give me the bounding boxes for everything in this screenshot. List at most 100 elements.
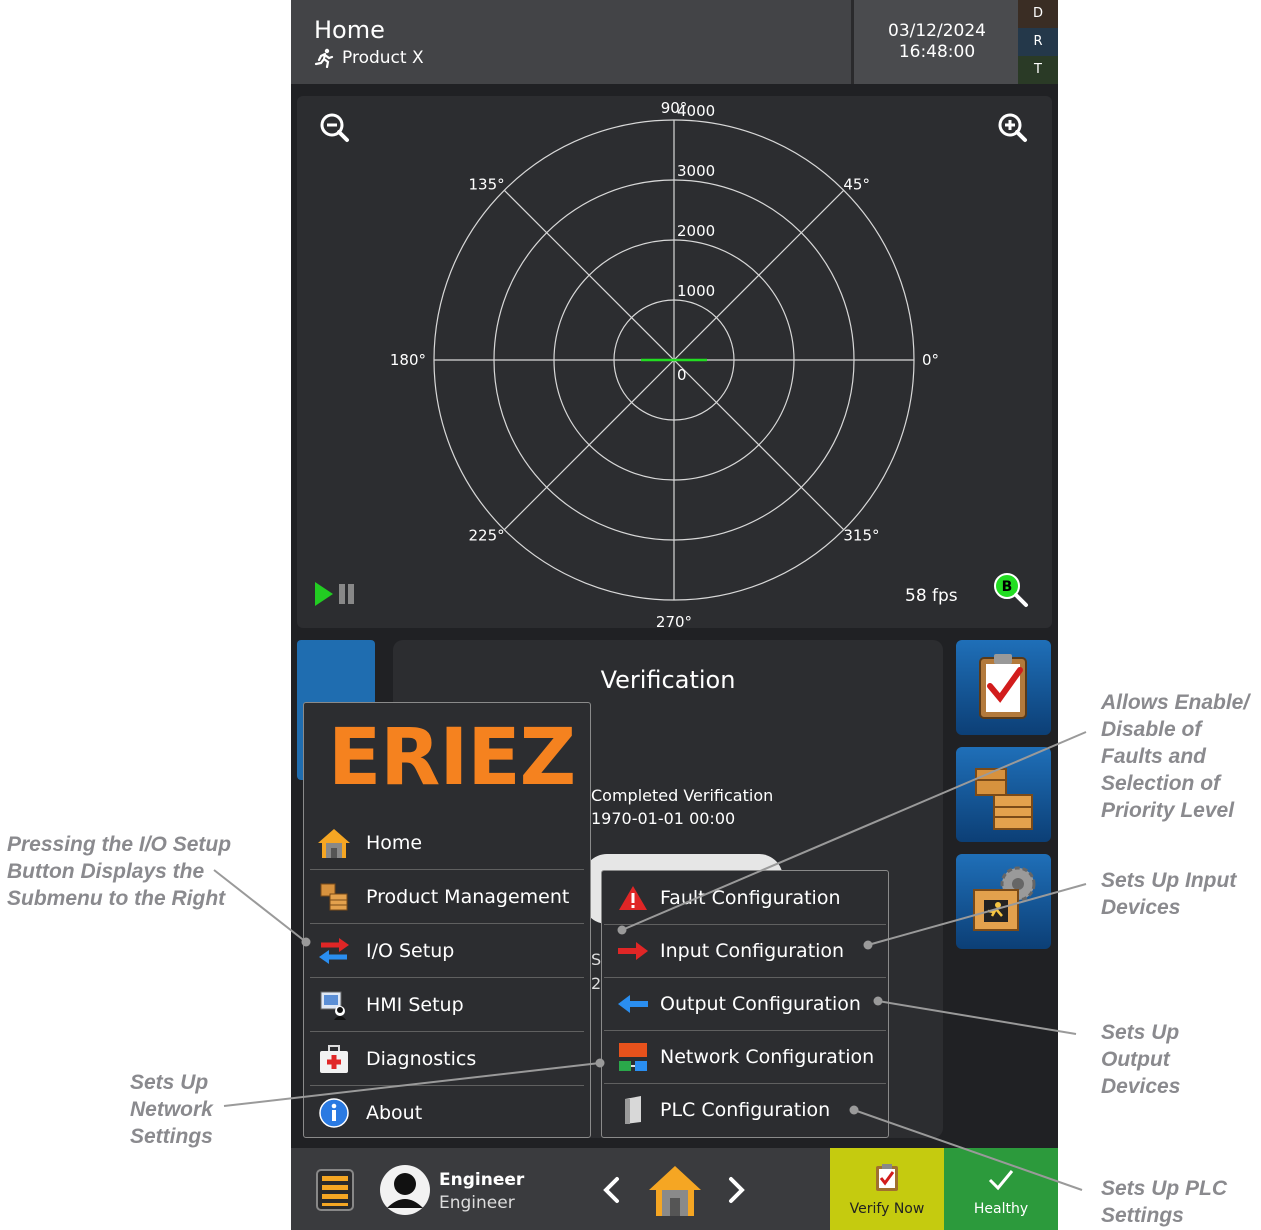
menu-item-label: HMI Setup (366, 994, 464, 1016)
health-status-label: Healthy (973, 1201, 1029, 1217)
product-shortcut-button[interactable] (956, 747, 1051, 842)
menu-item-hmi-setup[interactable]: HMI Setup (310, 979, 584, 1032)
last-verification-date: 1970-01-01 00:00 (591, 809, 736, 828)
angle-label: 315° (843, 526, 879, 544)
menu-item-label: Diagnostics (366, 1048, 477, 1070)
home-icon (649, 1166, 701, 1216)
radial-tick-label: 2000 (677, 222, 715, 240)
date-text: 03/12/2024 (888, 21, 986, 41)
eriez-logo: ERIEZ (328, 713, 576, 803)
auto-zoom-icon[interactable]: B (994, 573, 1028, 607)
menu-item-label: Home (366, 832, 423, 854)
submenu-item-network-configuration[interactable]: Network Configuration (604, 1030, 886, 1084)
submenu-item-label: Output Configuration (660, 992, 861, 1015)
angle-label: 0° (922, 351, 939, 369)
polar-plot: 01000200030004000 0°45°90°135°180°225°27… (315, 99, 1028, 631)
verify-now-button[interactable]: Verify Now (830, 1148, 944, 1230)
drt-r: R (1018, 28, 1058, 56)
menu-item-diagnostics[interactable]: Diagnostics (310, 1033, 584, 1086)
main-menu: ERIEZ Home Product Management I/O Setup … (303, 702, 591, 1138)
status-fragment-1: S (591, 950, 602, 969)
menu-button[interactable] (311, 1166, 359, 1214)
avatar-icon (380, 1165, 430, 1215)
verification-status-fragment: S 2 (591, 948, 601, 996)
radial-tick-label: 1000 (677, 282, 715, 300)
status-fragment-2: 2 (591, 974, 602, 993)
zoom-in-icon[interactable] (998, 113, 1027, 142)
plc-icon (608, 1095, 658, 1125)
drt-d: D (1018, 0, 1058, 28)
submenu-item-input-configuration[interactable]: Input Configuration (604, 924, 886, 978)
next-button[interactable] (721, 1174, 751, 1206)
health-status-button[interactable]: Healthy (944, 1148, 1058, 1230)
callout-io-setup: Pressing the I/O Setup Button Displays t… (7, 833, 232, 910)
arrow-left-icon (608, 994, 658, 1014)
menu-item-about[interactable]: About (310, 1087, 584, 1139)
warning-icon (608, 884, 658, 912)
user-button[interactable] (379, 1164, 431, 1216)
angle-label: 135° (468, 176, 504, 194)
submenu-item-label: Network Configuration (660, 1045, 875, 1068)
crates-icon (975, 768, 1033, 830)
verify-now-label: Verify Now (849, 1201, 925, 1217)
callout-network: Sets Up Network Settings (130, 1071, 213, 1148)
hmi-screen: Home Product X 03/12/2024 16:48:00 D R T… (291, 0, 1058, 1230)
checkmark-icon (988, 1170, 1014, 1191)
angle-label: 45° (843, 176, 870, 194)
radial-tick-label: 0 (677, 366, 687, 384)
arrow-right-icon (608, 941, 658, 961)
verification-shortcut-button[interactable] (956, 640, 1051, 735)
clipboard-check-icon (876, 1164, 898, 1191)
running-man-icon (314, 48, 334, 68)
network-icon (608, 1041, 658, 1073)
angle-label: 180° (390, 351, 426, 369)
home-icon (310, 827, 358, 859)
footer-bar: Engineer Engineer Verify Now Healthy (291, 1148, 1058, 1230)
fps-readout: 58 fps (905, 586, 958, 606)
info-icon (310, 1097, 358, 1129)
submenu-item-label: PLC Configuration (660, 1098, 831, 1121)
crates-icon (310, 881, 358, 913)
menu-item-label: Product Management (366, 886, 570, 908)
previous-button[interactable] (597, 1174, 627, 1206)
angle-label: 225° (468, 526, 504, 544)
submenu-item-fault-configuration[interactable]: Fault Configuration (604, 871, 886, 925)
submenu-item-plc-configuration[interactable]: PLC Configuration (604, 1083, 886, 1136)
time-text: 16:48:00 (898, 42, 976, 62)
drt-t: T (1018, 56, 1058, 84)
chevron-left-icon (603, 1177, 619, 1203)
user-name: Engineer (439, 1170, 525, 1190)
menu-item-home[interactable]: Home (310, 817, 584, 870)
io-setup-submenu: Fault Configuration Input Configuration … (601, 870, 889, 1138)
callout-plc: Sets Up PLC Settings (1101, 1177, 1228, 1227)
callout-output: Sets Up Output Devices (1101, 1021, 1181, 1098)
last-verification-label: Completed Verification (591, 786, 774, 805)
submenu-item-label: Input Configuration (660, 939, 845, 962)
date-time: 03/12/2024 16:48:00 (851, 0, 1020, 84)
chevron-right-icon (729, 1177, 745, 1203)
user-role: Engineer (439, 1193, 515, 1213)
drt-indicator: D R T (1018, 0, 1058, 84)
current-product[interactable]: Product X (314, 48, 424, 68)
verification-title: Verification (600, 666, 736, 694)
header-bar: Home Product X 03/12/2024 16:48:00 D R T (291, 0, 1058, 84)
home-button[interactable] (647, 1164, 703, 1218)
product-settings-shortcut-button[interactable] (956, 854, 1051, 949)
hmi-user-icon (310, 989, 358, 1021)
menu-item-label: About (366, 1102, 423, 1124)
play-icon[interactable] (315, 582, 333, 606)
submenu-item-output-configuration[interactable]: Output Configuration (604, 977, 886, 1031)
last-verification: Completed Verification 1970-01-01 00:00 (591, 784, 773, 830)
menu-icon (316, 1169, 354, 1211)
menu-item-product-management[interactable]: Product Management (310, 871, 584, 924)
callout-fault: Allows Enable/ Disable of Faults and Sel… (1101, 691, 1250, 822)
zoom-out-icon[interactable] (320, 113, 349, 142)
pause-icon[interactable] (339, 584, 354, 604)
polar-plot-panel: 0 1000 2000 3000 4000 0° 45° 90° 135° 180° 225° 27… (297, 96, 1052, 631)
submenu-item-label: Fault Configuration (660, 886, 841, 909)
swap-arrows-icon (310, 935, 358, 967)
crate-gear-icon (973, 866, 1036, 931)
angle-label: 270° (656, 613, 692, 628)
auto-zoom-badge: B (1002, 579, 1013, 595)
menu-item-io-setup[interactable]: I/O Setup (310, 925, 584, 978)
